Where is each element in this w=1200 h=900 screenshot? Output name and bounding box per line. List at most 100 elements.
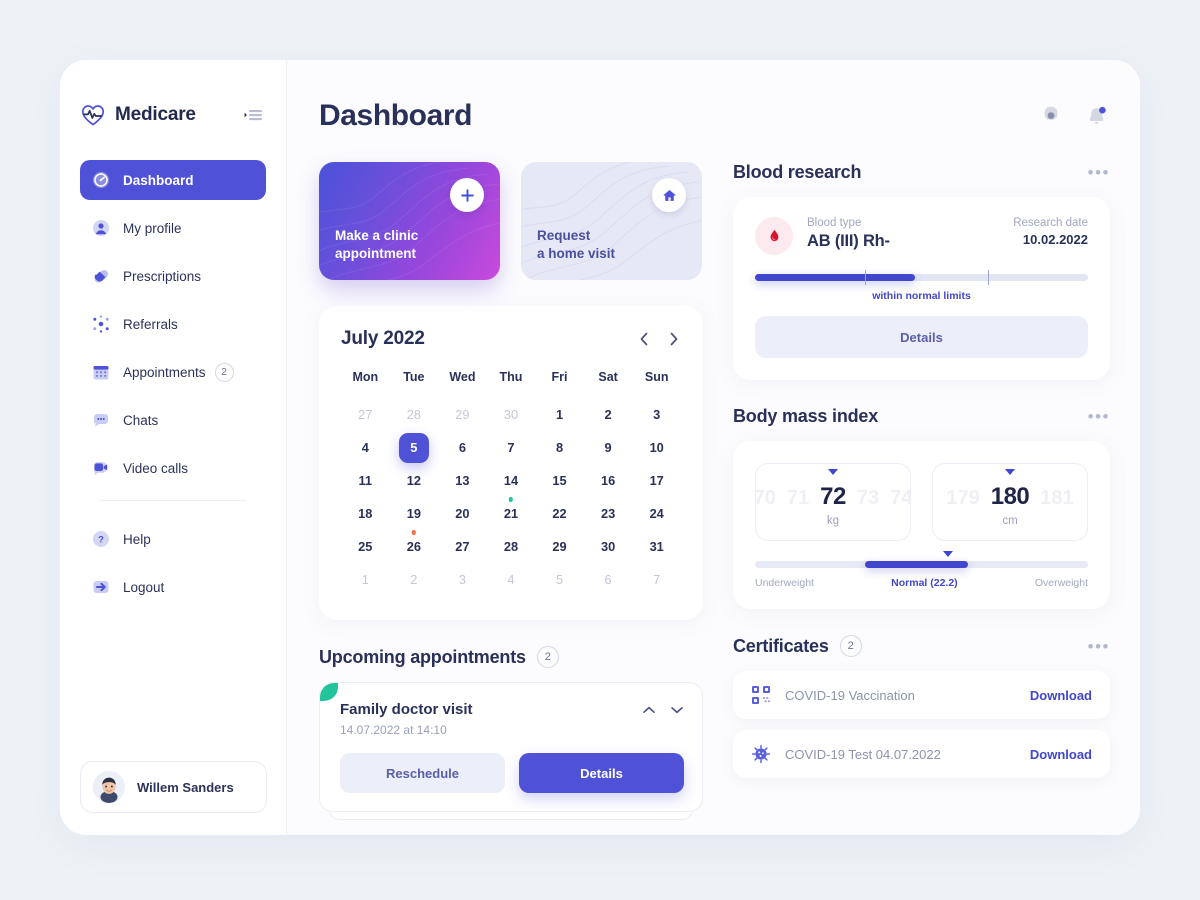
sidebar-item-chats[interactable]: Chats (80, 400, 266, 440)
weight-stepper[interactable]: 70 71 72 73 74 kg (755, 463, 911, 541)
calendar-day[interactable]: 30 (496, 400, 526, 430)
calendar-day[interactable]: 23 (593, 499, 623, 529)
calendar-day[interactable]: 31 (642, 532, 672, 562)
calendar-day[interactable]: 5 (398, 432, 429, 463)
more-dots-icon[interactable]: ••• (1088, 638, 1110, 655)
download-link[interactable]: Download (1030, 747, 1092, 762)
weight-unit: kg (826, 515, 840, 527)
sidebar-item-label: Video calls (123, 460, 189, 476)
chevron-right-icon[interactable] (667, 330, 681, 348)
calendar-cell: 1 (341, 563, 390, 596)
blood-range-tick (864, 270, 867, 285)
appointment-card[interactable]: Family doctor visit 14.07.2022 at 14:10 (319, 682, 703, 812)
calendar-day[interactable]: 17 (642, 466, 672, 496)
calendar-day[interactable]: 5 (545, 565, 575, 595)
weekday-label: Thu (499, 370, 523, 384)
calendar-day[interactable]: 26 (399, 532, 429, 562)
calendar-cell: 26 (390, 530, 439, 563)
request-home-visit-card[interactable]: Request a home visit (521, 162, 702, 280)
svg-text:?: ? (98, 535, 104, 546)
gear-icon[interactable] (1038, 103, 1064, 129)
calendar-day[interactable]: 13 (447, 466, 477, 496)
certificate-row[interactable]: COVID-19 Test 04.07.2022 Download (733, 730, 1110, 778)
right-column: Blood research ••• Blood type AB (III) R… (733, 162, 1110, 812)
sidebar-item-my-profile[interactable]: My profile (80, 208, 266, 248)
calendar-day[interactable]: 2 (399, 565, 429, 595)
calendar-day[interactable]: 1 (350, 565, 380, 595)
blood-research-header: Blood research ••• (733, 162, 1110, 183)
research-date-block: Research date 10.02.2022 (1013, 217, 1088, 247)
calendar-day[interactable]: 6 (447, 433, 477, 463)
calendar-day[interactable]: 27 (447, 532, 477, 562)
height-stepper[interactable]: 179 180 181 cm (932, 463, 1088, 541)
blood-research-card: Blood type AB (III) Rh- Research date 10… (733, 197, 1110, 380)
calendar-day[interactable]: 4 (350, 433, 380, 463)
calendar-day[interactable]: 29 (545, 532, 575, 562)
chevron-left-icon[interactable] (637, 330, 651, 348)
calendar-day[interactable]: 28 (496, 532, 526, 562)
calendar-week-row: 11 12 13 14 15 16 17 (341, 464, 681, 502)
calendar-day[interactable]: 28 (399, 400, 429, 430)
action-card-label: Make a clinic appointment (335, 227, 484, 264)
sidebar-item-appointments[interactable]: Appointments 2 (80, 352, 266, 392)
reschedule-button[interactable]: Reschedule (340, 753, 505, 793)
calendar-day[interactable]: 11 (350, 466, 380, 496)
calendar-day[interactable]: 18 (350, 499, 380, 529)
brand-name: Medicare (115, 104, 196, 125)
more-dots-icon[interactable]: ••• (1088, 408, 1110, 425)
calendar-day[interactable]: 24 (642, 499, 672, 529)
calendar-day[interactable]: 3 (447, 565, 477, 595)
more-dots-icon[interactable]: ••• (1088, 164, 1110, 181)
calendar-day[interactable]: 7 (496, 433, 526, 463)
logout-icon (92, 578, 110, 596)
calendar-cell: 23 (584, 497, 633, 530)
calendar-day[interactable]: 30 (593, 532, 623, 562)
calendar-day[interactable]: 1 (545, 400, 575, 430)
collapse-sidebar-icon[interactable] (244, 107, 264, 123)
calendar-day[interactable]: 27 (350, 400, 380, 430)
calendar-day[interactable]: 14 (496, 466, 526, 502)
certificate-name: COVID-19 Vaccination (785, 687, 915, 703)
calendar-day[interactable]: 7 (642, 565, 672, 595)
calendar-day[interactable]: 16 (593, 466, 623, 496)
calendar-day[interactable]: 2 (593, 400, 623, 430)
topbar: Dashboard (319, 94, 1110, 138)
calendar-day[interactable]: 29 (447, 400, 477, 430)
certificate-row[interactable]: COVID-19 Vaccination Download (733, 671, 1110, 719)
sidebar-item-referrals[interactable]: Referrals (80, 304, 266, 344)
calendar-day[interactable]: 9 (593, 433, 623, 463)
calendar-day[interactable]: 8 (545, 433, 575, 463)
appointments-badge: 2 (214, 362, 234, 382)
calendar-day[interactable]: 12 (399, 466, 429, 496)
calendar-day[interactable]: 21 (496, 499, 526, 529)
calendar-day[interactable]: 25 (350, 532, 380, 562)
calendar-cell: 27 (438, 530, 487, 563)
calendar-day[interactable]: 15 (545, 466, 575, 496)
calendar-day[interactable]: 22 (545, 499, 575, 529)
chevron-up-icon[interactable] (642, 703, 656, 717)
calendar-day[interactable]: 4 (496, 565, 526, 595)
appointment-header: Family doctor visit 14.07.2022 at 14:10 (340, 701, 684, 737)
calendar-cell: 15 (535, 464, 584, 497)
user-profile-card[interactable]: Willem Sanders (80, 761, 267, 813)
height-ghost: 181 (1040, 487, 1074, 509)
calendar-day[interactable]: 10 (642, 433, 672, 463)
sidebar-item-logout[interactable]: Logout (80, 567, 266, 607)
calendar-day[interactable]: 20 (447, 499, 477, 529)
make-clinic-appointment-card[interactable]: Make a clinic appointment (319, 162, 500, 280)
blood-details-button[interactable]: Details (755, 316, 1088, 358)
action-line-1: Request (537, 227, 591, 243)
sidebar-item-dashboard[interactable]: Dashboard (80, 160, 266, 200)
calendar-day[interactable]: 3 (642, 400, 672, 430)
user-icon (92, 219, 110, 237)
sidebar-item-prescriptions[interactable]: Prescriptions (80, 256, 266, 296)
download-link[interactable]: Download (1030, 688, 1092, 703)
calendar-day[interactable]: 19 (399, 499, 429, 535)
appointment-details-button[interactable]: Details (519, 753, 684, 793)
sidebar-item-help[interactable]: ? Help (80, 519, 266, 559)
bell-icon[interactable] (1084, 103, 1110, 129)
sidebar-item-video-calls[interactable]: Video calls (80, 448, 266, 488)
sidebar-item-label: Help (123, 531, 151, 547)
chevron-down-icon[interactable] (670, 703, 684, 717)
calendar-day[interactable]: 6 (593, 565, 623, 595)
